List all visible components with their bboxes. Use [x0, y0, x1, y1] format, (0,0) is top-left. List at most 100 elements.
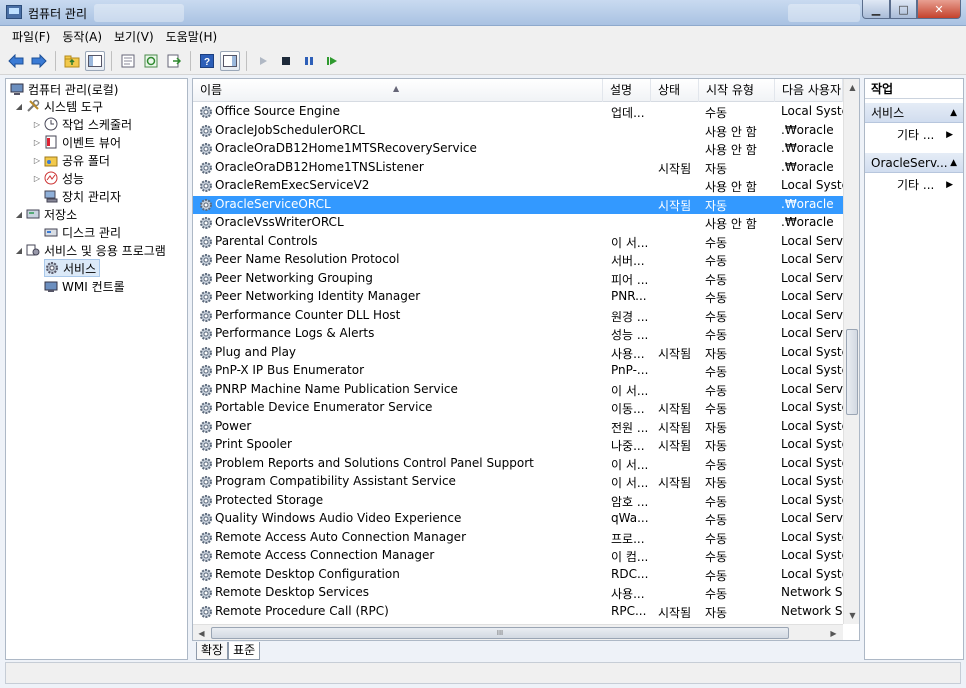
submenu-arrow-icon: ▶: [946, 180, 953, 190]
minimize-button[interactable]: ▁: [862, 0, 890, 19]
tree-node-services-and-applications[interactable]: ◢ 서비스 및 응용 프로그램: [14, 241, 166, 259]
tree-node-device-manager[interactable]: 장치 관리자: [44, 187, 121, 205]
vertical-scrollbar[interactable]: ▲ ▼: [843, 79, 859, 624]
service-gear-icon: [199, 605, 213, 619]
column-header-description[interactable]: 설명: [603, 79, 651, 102]
table-row[interactable]: Performance Counter DLL Host 원경 ... 수동 Loca…: [193, 307, 843, 326]
tree-node-storage[interactable]: ◢ 저장소: [14, 205, 77, 223]
table-row[interactable]: Remote Access Auto Connection Manager 프로.…: [193, 529, 843, 548]
tree-node-task-scheduler[interactable]: ▷ 작업 스케줄러: [32, 115, 132, 133]
menu-file[interactable]: 파일(F): [6, 28, 56, 45]
tree-node-wmi-control[interactable]: WMI 컨트롤: [44, 277, 125, 295]
back-arrow-icon[interactable]: [6, 51, 26, 71]
expanded-arrow-icon[interactable]: ◢: [14, 210, 24, 219]
service-log-on-as: Local Syster: [781, 400, 843, 414]
scroll-up-arrow-icon[interactable]: ▲: [844, 79, 859, 96]
help-icon[interactable]: ?: [197, 51, 217, 71]
horizontal-scroll-thumb[interactable]: III: [211, 627, 789, 639]
tree-node-performance[interactable]: ▷ 성능: [32, 169, 84, 187]
scroll-left-arrow-icon[interactable]: ◀: [193, 625, 210, 640]
service-description: 프로...: [611, 531, 645, 546]
service-startup-type: 자동: [705, 161, 728, 176]
table-row[interactable]: Parental Controls 이 서... 수동 Local Servic: [193, 233, 843, 252]
table-row[interactable]: Remote Procedure Call (RPC) RPC... 시작됨 자동 Ne…: [193, 603, 843, 622]
collapsed-arrow-icon[interactable]: ▷: [32, 138, 42, 147]
column-header-status[interactable]: 상태: [651, 79, 699, 102]
service-startup-type: 사용 안 함: [705, 124, 757, 139]
collapse-arrow-icon[interactable]: ▲: [950, 103, 957, 123]
refresh-icon[interactable]: [141, 51, 161, 71]
table-row[interactable]: Remote Desktop Configuration RDC... 수동 Loca…: [193, 566, 843, 585]
table-row[interactable]: Power 전원 ... 시작됨 자동 Local Syster: [193, 418, 843, 437]
view-tabs: 확장 표준: [196, 642, 261, 660]
table-row[interactable]: Print Spooler 나중... 시작됨 자동 Local Syster: [193, 436, 843, 455]
table-row[interactable]: Plug and Play 사용... 시작됨 자동 Local Syster: [193, 344, 843, 363]
tools-icon: [26, 99, 40, 113]
table-row[interactable]: OracleRemExecServiceV2 사용 안 함 Local Syster: [193, 177, 843, 196]
table-row[interactable]: Peer Networking Identity Manager PNR... 수동…: [193, 288, 843, 307]
table-row[interactable]: OracleOraDB12Home1MTSRecoveryService 사용 안…: [193, 140, 843, 159]
table-row[interactable]: Program Compatibility Assistant Service 이…: [193, 473, 843, 492]
service-description: 이 서...: [611, 476, 649, 490]
table-row[interactable]: Peer Networking Grouping 피어 ... 수동 Local Se…: [193, 270, 843, 289]
table-row[interactable]: Performance Logs & Alerts 성능 ... 수동 Local S…: [193, 325, 843, 344]
table-row[interactable]: OracleServiceORCL 시작됨 자동 .₩oracle: [193, 195, 843, 214]
table-row[interactable]: Quality Windows Audio Video Experience qW…: [193, 510, 843, 529]
tab-extended[interactable]: 확장: [196, 642, 229, 660]
forward-arrow-icon[interactable]: [29, 51, 49, 71]
tree-node-services[interactable]: 서비스: [44, 259, 101, 277]
menu-help[interactable]: 도움말(H): [160, 28, 224, 45]
table-row[interactable]: PNRP Machine Name Publication Service 이 서…: [193, 381, 843, 400]
actions-group-selected-service[interactable]: OracleServ... ▲: [865, 153, 963, 173]
expanded-arrow-icon[interactable]: ◢: [14, 102, 24, 111]
actions-more-selected-service[interactable]: 기타 ... ▶: [865, 175, 963, 195]
table-row[interactable]: PnP-X IP Bus Enumerator PnP-... 수동 Local Sy…: [193, 362, 843, 381]
menu-action[interactable]: 동작(A): [56, 28, 108, 45]
close-button[interactable]: ✕: [917, 0, 961, 19]
service-gear-icon: [199, 494, 213, 508]
column-header-name[interactable]: 이름 ▲: [193, 79, 603, 102]
horizontal-scrollbar[interactable]: ◀ III ▶: [193, 624, 843, 640]
menu-view[interactable]: 보기(V): [108, 28, 160, 45]
tree-node-disk-management[interactable]: 디스크 관리: [44, 223, 121, 241]
maximize-button[interactable]: □: [890, 0, 917, 19]
tree-node-root[interactable]: 컴퓨터 관리(로컬): [10, 80, 118, 98]
service-log-on-as: Local Servic: [781, 252, 843, 266]
export-list-icon[interactable]: [164, 51, 184, 71]
show-hide-action-pane-icon[interactable]: [220, 50, 240, 71]
properties-icon[interactable]: [118, 51, 138, 71]
tree-node-event-viewer[interactable]: ▷ 이벤트 뷰어: [32, 133, 121, 151]
collapsed-arrow-icon[interactable]: ▷: [32, 174, 42, 183]
tree-node-shared-folders[interactable]: ▷ 공유 폴더: [32, 151, 110, 169]
scroll-right-arrow-icon[interactable]: ▶: [825, 625, 842, 640]
table-row[interactable]: Office Source Engine 업데... 수동 Local Syster: [193, 103, 843, 122]
restart-service-icon[interactable]: [322, 51, 342, 71]
actions-group-services[interactable]: 서비스 ▲: [865, 103, 963, 123]
vertical-scroll-thumb[interactable]: [846, 329, 858, 415]
expanded-arrow-icon[interactable]: ◢: [14, 246, 24, 255]
tab-standard[interactable]: 표준: [228, 642, 261, 660]
up-folder-icon[interactable]: [62, 51, 82, 71]
show-hide-tree-icon[interactable]: [85, 50, 105, 71]
scroll-down-arrow-icon[interactable]: ▼: [844, 607, 859, 624]
column-header-log-on-as[interactable]: 다음 사용자: [775, 79, 843, 102]
tree-node-system-tools[interactable]: ◢ 시스템 도구: [14, 97, 103, 115]
table-row[interactable]: OracleVssWriterORCL 사용 안 함 .₩oracle: [193, 214, 843, 233]
table-row[interactable]: Portable Device Enumerator Service 이동... 시…: [193, 399, 843, 418]
column-header-startup-type[interactable]: 시작 유형: [699, 79, 775, 102]
table-row[interactable]: Remote Access Connection Manager 이 컴... 수동…: [193, 547, 843, 566]
start-service-icon[interactable]: [253, 51, 273, 71]
actions-more-services[interactable]: 기타 ... ▶: [865, 125, 963, 145]
table-row[interactable]: Problem Reports and Solutions Control Pa…: [193, 455, 843, 474]
table-row[interactable]: OracleJobSchedulerORCL 사용 안 함 .₩oracle: [193, 122, 843, 141]
table-row[interactable]: OracleOraDB12Home1TNSListener 시작됨 자동 .₩orac…: [193, 159, 843, 178]
table-row[interactable]: Protected Storage 암호 ... 수동 Local Syster: [193, 492, 843, 511]
collapsed-arrow-icon[interactable]: ▷: [32, 120, 42, 129]
title-bar[interactable]: 컴퓨터 관리 ▁ □ ✕: [0, 0, 966, 26]
collapsed-arrow-icon[interactable]: ▷: [32, 156, 42, 165]
collapse-arrow-icon[interactable]: ▲: [950, 153, 957, 173]
pause-service-icon[interactable]: [299, 51, 319, 71]
table-row[interactable]: Peer Name Resolution Protocol 서버... 수동 Loca…: [193, 251, 843, 270]
table-row[interactable]: Remote Desktop Services 사용... 수동 Network Se…: [193, 584, 843, 603]
stop-service-icon[interactable]: [276, 51, 296, 71]
